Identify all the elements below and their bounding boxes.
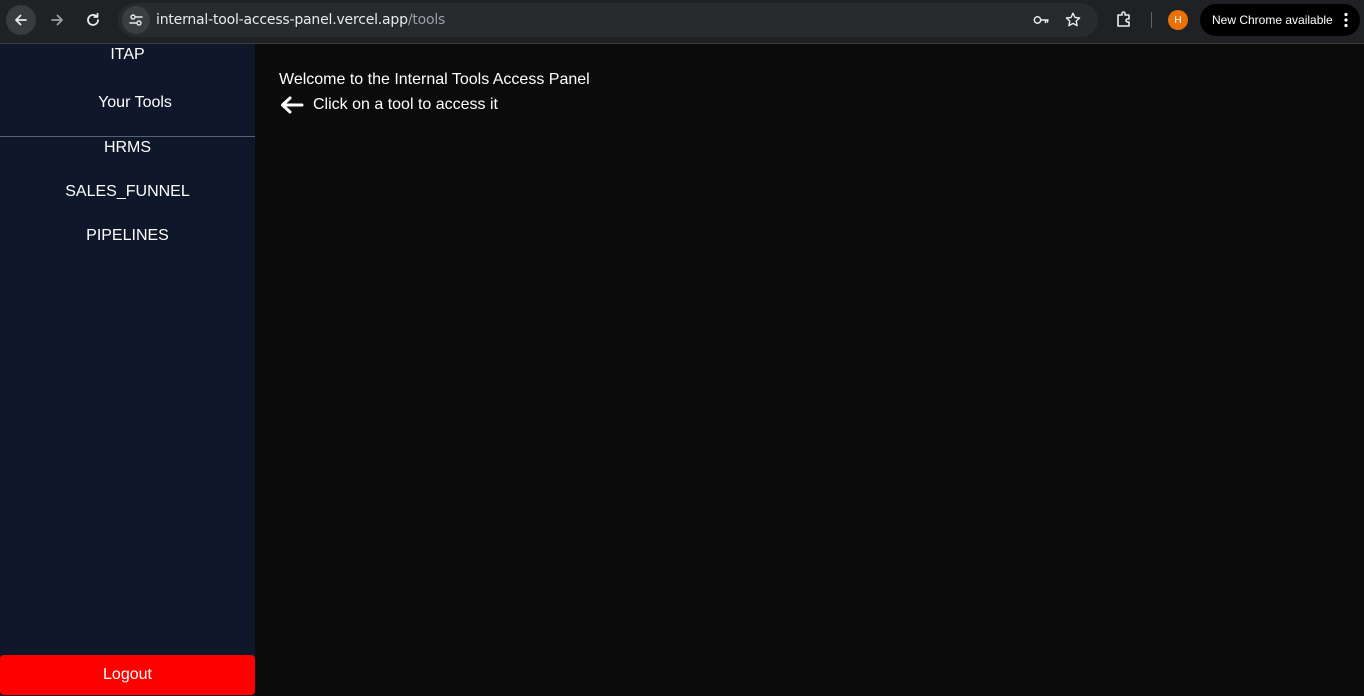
browser-toolbar: internal-tool-access-panel.vercel.app/to… bbox=[0, 0, 1364, 44]
extensions-puzzle-icon bbox=[1117, 11, 1130, 27]
password-key-icon bbox=[1033, 16, 1049, 24]
hint-row: Click on a tool to access it bbox=[279, 95, 498, 115]
bookmark-star-icon bbox=[1065, 12, 1081, 27]
password-key-button[interactable] bbox=[1032, 11, 1050, 29]
app-brand: ITAP bbox=[110, 46, 145, 63]
welcome-message: Welcome to the Internal Tools Access Pan… bbox=[279, 71, 590, 88]
sidebar-divider bbox=[0, 136, 255, 137]
tool-list: HRMS SALES_FUNNEL PIPELINES bbox=[0, 140, 255, 272]
address-bar[interactable]: internal-tool-access-panel.vercel.app/to… bbox=[118, 3, 1098, 37]
back-arrow-icon bbox=[15, 14, 27, 26]
extensions-button[interactable] bbox=[1114, 10, 1134, 30]
update-label: New Chrome available bbox=[1212, 13, 1333, 27]
reload-icon bbox=[87, 12, 99, 26]
url-host: internal-tool-access-panel.vercel.app bbox=[156, 12, 408, 28]
hint-text: Click on a tool to access it bbox=[313, 96, 498, 113]
sidebar-item-hrms[interactable]: HRMS bbox=[0, 140, 255, 184]
main-content: Welcome to the Internal Tools Access Pan… bbox=[255, 44, 1364, 696]
your-tools-heading: Your Tools bbox=[98, 94, 172, 111]
bookmark-button[interactable] bbox=[1064, 11, 1082, 29]
url-text[interactable]: internal-tool-access-panel.vercel.app/to… bbox=[156, 12, 445, 28]
site-info-icon bbox=[129, 14, 143, 26]
url-path: /tools bbox=[407, 12, 446, 28]
site-info-button[interactable] bbox=[122, 6, 150, 34]
chrome-update-button[interactable]: New Chrome available bbox=[1200, 4, 1360, 36]
reload-button[interactable] bbox=[78, 5, 108, 35]
sidebar-item-sales-funnel[interactable]: SALES_FUNNEL bbox=[0, 184, 255, 228]
forward-button[interactable] bbox=[42, 5, 72, 35]
logout-button[interactable]: Logout bbox=[0, 655, 255, 695]
profile-avatar[interactable]: H bbox=[1168, 10, 1188, 30]
forward-arrow-icon bbox=[51, 14, 63, 26]
more-vert-icon bbox=[1344, 12, 1348, 28]
toolbar-separator bbox=[1151, 12, 1152, 28]
left-arrow-icon bbox=[281, 96, 304, 114]
back-button[interactable] bbox=[6, 5, 36, 35]
sidebar-item-pipelines[interactable]: PIPELINES bbox=[0, 228, 255, 272]
sidebar: ITAP Your Tools HRMS SALES_FUNNEL PIPELI… bbox=[0, 44, 255, 696]
